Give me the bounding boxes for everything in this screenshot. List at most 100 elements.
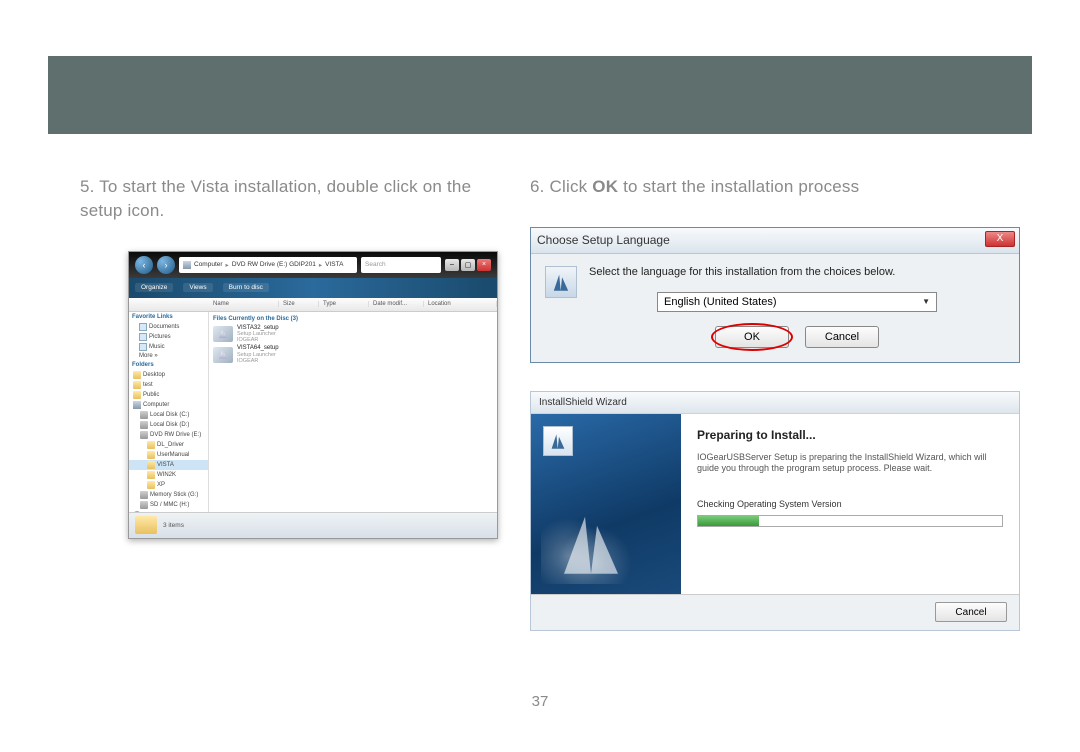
language-select[interactable]: English (United States) ▼ [657, 292, 937, 312]
fldr-icon [147, 471, 155, 479]
wizard-heading: Preparing to Install... [697, 428, 1003, 442]
highlight-ring [711, 323, 793, 351]
page-number: 37 [0, 693, 1080, 710]
fldr-icon [147, 441, 155, 449]
search-placeholder: Search [365, 261, 386, 268]
step-6-text: 6. Click OK to start the installation pr… [530, 175, 1020, 199]
step-5-text: 5. To start the Vista installation, doub… [80, 175, 500, 223]
fldr-icon [147, 451, 155, 459]
file-item[interactable]: VISTA64_setupSetup LauncherIOGEAR [211, 344, 495, 365]
cancel-button[interactable]: Cancel [805, 326, 879, 348]
dialog-title: Choose Setup Language [537, 233, 670, 247]
tree-item[interactable]: Memory Stick (G:) [129, 490, 208, 500]
status-items: 3 items [163, 522, 184, 529]
right-column: 6. Click OK to start the installation pr… [530, 175, 1020, 631]
step-6-b: to start the installation process [618, 177, 859, 196]
step-5-number: 5. [80, 177, 99, 196]
setup-file-icon [213, 326, 233, 342]
content-columns: 5. To start the Vista installation, doub… [80, 175, 1020, 631]
minimize-icon[interactable]: – [445, 259, 459, 271]
fldr-icon [147, 481, 155, 489]
tree-item[interactable]: Desktop [129, 370, 208, 380]
tree-item[interactable]: Local Disk (C:) [129, 410, 208, 420]
disk-icon [140, 491, 148, 499]
explorer-titlebar: ‹ › Computer▸ DVD RW Drive (E:) GDIP201▸… [129, 252, 497, 278]
col-loc[interactable]: Location [424, 301, 497, 307]
tree-item[interactable]: Network [129, 510, 208, 512]
tree-item[interactable]: UserManual [129, 450, 208, 460]
comp-icon [133, 401, 141, 409]
crumb-2: VISTA [325, 261, 343, 268]
sidebar-item-pictures[interactable]: Pictures [129, 332, 208, 342]
chevron-down-icon: ▼ [922, 297, 930, 306]
nav-back-icon[interactable]: ‹ [135, 256, 153, 274]
burn-button[interactable]: Burn to disc [223, 283, 269, 292]
tree-item[interactable]: test [129, 380, 208, 390]
crumb-0: Computer [194, 261, 223, 268]
tree-item[interactable]: Public [129, 390, 208, 400]
disk-icon [140, 501, 148, 509]
sidebar-item-documents[interactable]: Documents [129, 322, 208, 332]
progress-fill [698, 516, 759, 526]
nav-fwd-icon[interactable]: › [157, 256, 175, 274]
wizard-status-text: Checking Operating System Version [697, 499, 1003, 509]
sidebar-item-more[interactable]: More » [129, 352, 208, 360]
setup-file-icon [213, 347, 233, 363]
close-icon[interactable]: × [477, 259, 491, 271]
crumb-1: DVD RW Drive (E:) GDIP201 [232, 261, 316, 268]
file-item[interactable]: VISTA32_setupSetup LauncherIOGEAR [211, 324, 495, 345]
explorer-toolbar: Organize Views Burn to disc [129, 278, 497, 298]
explorer-statusbar: 3 items [129, 512, 497, 538]
setup-logo-icon [545, 266, 577, 298]
col-date[interactable]: Date modif... [369, 301, 424, 307]
breadcrumb[interactable]: Computer▸ DVD RW Drive (E:) GDIP201▸ VIS… [179, 257, 357, 273]
tree-item[interactable]: Local Disk (D:) [129, 420, 208, 430]
language-dialog-screenshot: Choose Setup Language X Select the langu… [530, 227, 1020, 363]
setup-logo-icon [543, 426, 573, 456]
step-6-ok: OK [592, 177, 618, 196]
disk-icon [140, 411, 148, 419]
page-header-bar [48, 56, 1032, 134]
file-list: Files Currently on the Disc (3) VISTA32_… [209, 312, 497, 512]
pictures-icon [139, 333, 147, 341]
music-icon [139, 343, 147, 351]
views-button[interactable]: Views [183, 283, 212, 292]
sidebar-item-music[interactable]: Music [129, 342, 208, 352]
search-input[interactable]: Search [361, 257, 441, 273]
tree-item[interactable]: WIN2K [129, 470, 208, 480]
column-headers: Name Size Type Date modif... Location [129, 298, 497, 312]
tree-item[interactable]: Computer [129, 400, 208, 410]
tree-item[interactable]: VISTA [129, 460, 208, 470]
explorer-body: Favorite Links Documents Pictures Music … [129, 312, 497, 512]
net-icon [133, 511, 141, 512]
computer-icon [183, 261, 191, 269]
maximize-icon[interactable]: ▢ [461, 259, 475, 271]
wizard-body-text: IOGearUSBServer Setup is preparing the I… [697, 452, 1003, 475]
explorer-screenshot: ‹ › Computer▸ DVD RW Drive (E:) GDIP201▸… [128, 251, 498, 539]
tree-item[interactable]: DL_Driver [129, 440, 208, 450]
wizard-title: InstallShield Wizard [539, 397, 627, 408]
window-buttons: – ▢ × [445, 259, 491, 271]
fldr-icon [133, 391, 141, 399]
dialog-message: Select the language for this installatio… [589, 266, 1005, 278]
ok-button[interactable]: OK [715, 326, 789, 348]
files-group-header: Files Currently on the Disc (3) [211, 314, 495, 324]
wizard-titlebar: InstallShield Wizard [531, 392, 1019, 414]
tree-item[interactable]: XP [129, 480, 208, 490]
tree-item[interactable]: SD / MMC (H:) [129, 500, 208, 510]
col-size[interactable]: Size [279, 301, 319, 307]
progress-bar [697, 515, 1003, 527]
documents-icon [139, 323, 147, 331]
disk-icon [140, 421, 148, 429]
col-type[interactable]: Type [319, 301, 369, 307]
step-6-a: Click [550, 177, 593, 196]
tree-item[interactable]: DVD RW Drive (E:) [129, 430, 208, 440]
close-icon[interactable]: X [985, 231, 1015, 247]
left-column: 5. To start the Vista installation, doub… [80, 175, 500, 631]
col-name[interactable]: Name [209, 301, 279, 307]
explorer-sidebar: Favorite Links Documents Pictures Music … [129, 312, 209, 512]
organize-button[interactable]: Organize [135, 283, 173, 292]
cancel-button[interactable]: Cancel [935, 602, 1007, 622]
dialog-titlebar: Choose Setup Language X [531, 228, 1019, 254]
language-selected: English (United States) [664, 296, 777, 308]
